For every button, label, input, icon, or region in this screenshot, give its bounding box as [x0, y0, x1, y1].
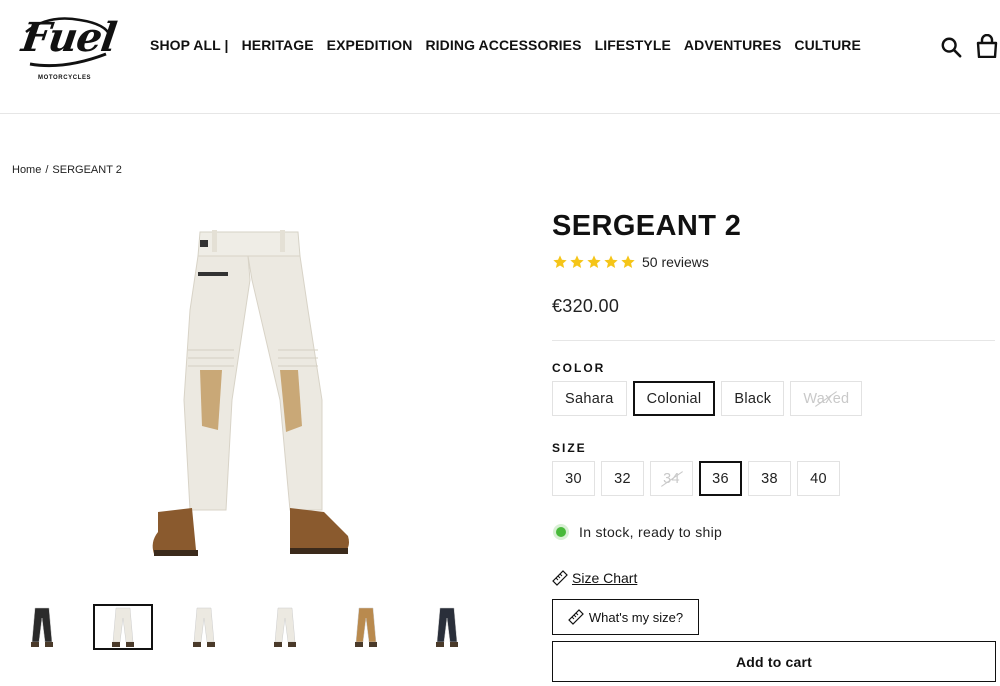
thumb-sahara[interactable] — [336, 604, 396, 650]
product-price: €320.00 — [552, 296, 620, 316]
thumb-navy[interactable] — [417, 604, 477, 650]
stock-text: In stock, ready to ship — [579, 524, 723, 540]
nav-heritage[interactable]: HERITAGE — [242, 37, 314, 53]
color-option-waxed[interactable]: Waxed — [790, 381, 863, 416]
thumb-colonial-side[interactable] — [174, 604, 234, 650]
product-title: SERGEANT 2 — [552, 210, 742, 242]
nav-riding-accessories[interactable]: RIDING ACCESSORIES — [425, 37, 581, 53]
size-option-40[interactable]: 40 — [797, 461, 840, 496]
star-icon — [587, 255, 601, 268]
thumb-colonial-back[interactable] — [255, 604, 315, 650]
logo-wordmark: Fuel — [18, 14, 119, 61]
breadcrumb-current: SERGEANT 2 — [52, 164, 122, 176]
breadcrumb-home[interactable]: Home — [12, 164, 41, 176]
color-option-sahara[interactable]: Sahara — [552, 381, 627, 416]
star-icon — [604, 255, 618, 268]
size-option-30[interactable]: 30 — [552, 461, 595, 496]
size-options: 30 32 34 36 38 40 — [552, 461, 846, 496]
size-option-36[interactable]: 36 — [699, 461, 742, 496]
divider — [552, 340, 995, 341]
add-to-cart-button[interactable]: Add to cart — [552, 641, 996, 682]
logo-subtitle: MOTORCYCLES — [38, 75, 92, 81]
in-stock-dot-icon — [556, 527, 566, 537]
main-nav: SHOP ALL | HERITAGE EXPEDITION RIDING AC… — [150, 37, 874, 53]
product-rating[interactable]: 50 reviews — [552, 254, 709, 270]
breadcrumb: Home / SERGEANT 2 — [12, 164, 122, 176]
color-label: COLOR — [552, 361, 606, 375]
reviews-count[interactable]: 50 reviews — [642, 254, 709, 270]
pants-thumbnail-image — [436, 607, 458, 647]
nav-adventures[interactable]: ADVENTURES — [684, 37, 781, 53]
thumbnail-strip — [12, 604, 498, 650]
whats-my-size-label: What's my size? — [588, 609, 684, 625]
search-icon[interactable] — [940, 36, 962, 58]
color-options: Sahara Colonial Black Waxed — [552, 381, 868, 416]
size-option-38[interactable]: 38 — [748, 461, 791, 496]
pants-thumbnail-image — [355, 607, 377, 647]
star-icon — [553, 255, 567, 268]
breadcrumb-separator: / — [45, 164, 49, 176]
cart-icon[interactable] — [975, 34, 999, 58]
pants-thumbnail-image — [112, 607, 134, 647]
nav-culture[interactable]: CULTURE — [794, 37, 861, 53]
color-option-black[interactable]: Black — [721, 381, 785, 416]
thumb-black-pants[interactable] — [12, 604, 72, 650]
pants-thumbnail-image — [31, 607, 53, 647]
thumb-colonial-front[interactable] — [93, 604, 153, 650]
size-option-32[interactable]: 32 — [601, 461, 644, 496]
stock-status: In stock, ready to ship — [556, 524, 722, 540]
product-main-image[interactable] — [140, 220, 370, 565]
site-header: Fuel MOTORCYCLES SHOP ALL | HERITAGE EXP… — [0, 0, 1000, 114]
rating-stars — [552, 254, 636, 270]
brand-logo[interactable]: Fuel MOTORCYCLES — [18, 10, 119, 86]
nav-lifestyle[interactable]: LIFESTYLE — [595, 37, 671, 53]
size-option-34[interactable]: 34 — [650, 461, 693, 496]
ruler-icon — [552, 570, 568, 586]
color-option-colonial[interactable]: Colonial — [632, 381, 716, 416]
pants-thumbnail-image — [193, 607, 215, 647]
whats-my-size-button[interactable]: What's my size? — [552, 599, 699, 635]
nav-shop-all[interactable]: SHOP ALL | — [150, 37, 229, 53]
size-label: SIZE — [552, 441, 587, 455]
pants-thumbnail-image — [274, 607, 296, 647]
ruler-icon — [568, 609, 584, 625]
size-chart-label: Size Chart — [572, 570, 638, 586]
star-icon — [621, 255, 635, 268]
size-chart-link[interactable]: Size Chart — [552, 570, 637, 586]
star-icon — [570, 255, 584, 268]
nav-expedition[interactable]: EXPEDITION — [327, 37, 413, 53]
